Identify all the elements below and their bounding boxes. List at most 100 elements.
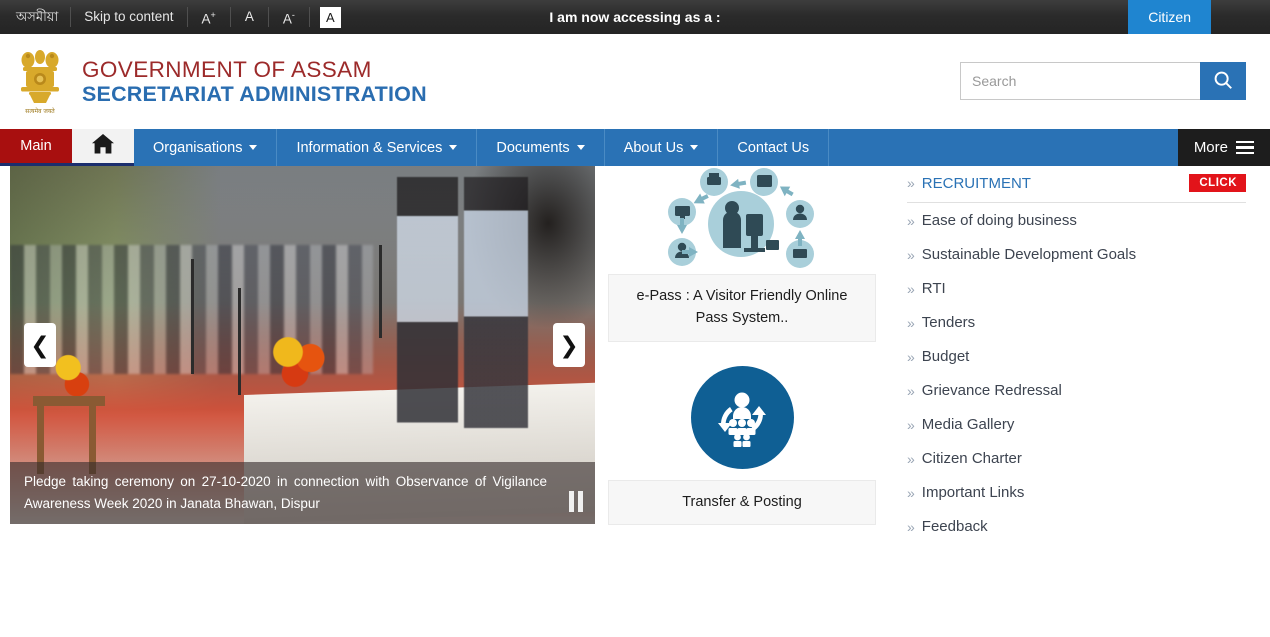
chevron-down-icon xyxy=(690,145,699,150)
nav-label-organisations: Organisations xyxy=(153,139,243,156)
font-normal-button[interactable]: A xyxy=(231,0,268,34)
photo-officials xyxy=(290,176,584,456)
quick-link-label: Budget xyxy=(921,348,970,365)
home-icon xyxy=(91,133,115,159)
double-chevron-icon: » xyxy=(907,212,915,229)
double-chevron-icon: » xyxy=(907,518,915,535)
quick-link-budget[interactable]: » Budget xyxy=(907,340,1246,374)
quick-link-label: Media Gallery xyxy=(921,416,1015,433)
photo-microphone xyxy=(191,259,195,374)
photo-microphone xyxy=(378,244,382,338)
quick-link-ease-of-doing-business[interactable]: » Ease of doing business xyxy=(907,204,1246,238)
carousel-prev-button[interactable]: ❮ xyxy=(24,323,56,367)
site-header: सत्यमेव जयते GOVERNMENT OF ASSAM SECRETA… xyxy=(0,34,1270,129)
carousel-column: ❮ ❯ Pledge taking ceremony on 27-10-2020… xyxy=(0,166,595,634)
quick-link-label: Sustainable Development Goals xyxy=(921,246,1137,263)
quick-links-column: » RECRUITMENT CLICK » Ease of doing busi… xyxy=(895,166,1270,634)
nav-label-information-services: Information & Services xyxy=(296,139,443,156)
double-chevron-icon: » xyxy=(907,175,915,191)
nav-label-about-us: About Us xyxy=(623,139,684,156)
double-chevron-icon: » xyxy=(907,484,915,501)
epass-workflow-icon xyxy=(608,166,876,274)
quick-link-tenders[interactable]: » Tenders xyxy=(907,306,1246,340)
quick-link-label: Important Links xyxy=(921,484,1025,501)
carousel-next-button[interactable]: ❯ xyxy=(553,323,585,367)
site-title-block: GOVERNMENT OF ASSAM SECRETARIAT ADMINIST… xyxy=(82,57,427,106)
nav-item-home[interactable] xyxy=(72,129,134,166)
font-decrease-button[interactable]: A- xyxy=(269,0,309,36)
quick-link-grievance-redressal[interactable]: » Grievance Redressal xyxy=(907,374,1246,408)
double-chevron-icon: » xyxy=(907,416,915,433)
language-toggle-assamese[interactable]: অসমীয়া xyxy=(8,0,70,34)
nav-spacer xyxy=(829,129,1178,166)
font-increase-button[interactable]: A+ xyxy=(188,0,230,36)
accessibility-topbar: অসমীয়া Skip to content A+ A A- A I am n… xyxy=(0,0,1270,34)
page-title-department: SECRETARIAT ADMINISTRATION xyxy=(82,82,427,107)
divider xyxy=(308,7,310,27)
card-transfer-posting-label: Transfer & Posting xyxy=(608,479,876,526)
skip-to-content-link[interactable]: Skip to content xyxy=(71,0,186,34)
hamburger-menu-icon xyxy=(1236,140,1254,155)
font-decrease-sup: - xyxy=(291,9,295,20)
quick-link-label: Ease of doing business xyxy=(921,212,1077,229)
quick-link-label: Tenders xyxy=(921,314,976,331)
nav-label-documents: Documents xyxy=(496,139,570,156)
search-button[interactable] xyxy=(1200,62,1246,100)
nav-item-contact-us[interactable]: Contact Us xyxy=(718,129,830,166)
nav-label-contact-us: Contact Us xyxy=(737,139,810,156)
nav-item-about-us[interactable]: About Us xyxy=(605,129,719,166)
double-chevron-icon: » xyxy=(907,348,915,365)
double-chevron-icon: » xyxy=(907,280,915,297)
quick-link-important-links[interactable]: » Important Links xyxy=(907,476,1246,510)
search-icon xyxy=(1212,69,1234,94)
quick-link-citizen-charter[interactable]: » Citizen Charter xyxy=(907,442,1246,476)
font-decrease-label: A xyxy=(282,11,292,27)
photo-flower-vase xyxy=(267,334,338,395)
main-navigation: Main Organisations Information & Service… xyxy=(0,129,1270,166)
quick-link-sustainable-development-goals[interactable]: » Sustainable Development Goals xyxy=(907,238,1246,272)
font-normal-label: A xyxy=(244,9,254,24)
high-contrast-toggle[interactable]: A xyxy=(319,6,341,28)
state-emblem-icon: सत्यमेव जयते xyxy=(10,43,70,121)
quick-link-media-gallery[interactable]: » Media Gallery xyxy=(907,408,1246,442)
card-epass[interactable]: e-Pass : A Visitor Friendly Online Pass … xyxy=(608,166,876,342)
quick-link-feedback[interactable]: » Feedback xyxy=(907,510,1246,544)
quick-link-label: RTI xyxy=(921,280,946,297)
font-increase-label: A xyxy=(201,11,211,27)
nav-item-documents[interactable]: Documents xyxy=(477,129,605,166)
chevron-down-icon xyxy=(576,145,585,150)
transfer-posting-icon xyxy=(608,356,876,480)
nav-item-organisations[interactable]: Organisations xyxy=(134,129,278,166)
card-epass-label: e-Pass : A Visitor Friendly Online Pass … xyxy=(608,274,876,342)
promo-cards-column: e-Pass : A Visitor Friendly Online Pass … xyxy=(595,166,895,634)
quick-link-rti[interactable]: » RTI xyxy=(907,272,1246,306)
nav-item-information-services[interactable]: Information & Services xyxy=(277,129,478,166)
chevron-down-icon xyxy=(449,145,458,150)
topbar-left-group: অসমীয়া Skip to content A+ A A- A xyxy=(0,0,351,34)
search-form xyxy=(960,62,1246,100)
quick-link-label: Feedback xyxy=(921,518,988,535)
svg-text:सत्यमेव जयते: सत्यमेव जयते xyxy=(25,107,55,115)
double-chevron-icon: » xyxy=(907,382,915,399)
image-carousel[interactable]: ❮ ❯ Pledge taking ceremony on 27-10-2020… xyxy=(10,166,595,524)
nav-item-main[interactable]: Main xyxy=(0,129,72,166)
double-chevron-icon: » xyxy=(907,314,915,331)
quick-link-label: Citizen Charter xyxy=(921,450,1022,467)
carousel-pause-button[interactable] xyxy=(569,491,583,512)
nav-more-button[interactable]: More xyxy=(1177,129,1270,166)
font-increase-sup: + xyxy=(210,9,216,20)
role-selector-citizen[interactable]: Citizen xyxy=(1128,0,1211,34)
quick-link-recruitment[interactable]: » RECRUITMENT CLICK xyxy=(907,166,1246,203)
quick-link-label: RECRUITMENT xyxy=(921,174,1031,192)
search-input[interactable] xyxy=(960,62,1200,100)
double-chevron-icon: » xyxy=(907,246,915,263)
page-title-government: GOVERNMENT OF ASSAM xyxy=(82,56,372,82)
nav-more-label: More xyxy=(1193,139,1228,156)
click-badge[interactable]: CLICK xyxy=(1189,174,1246,192)
main-content: ❮ ❯ Pledge taking ceremony on 27-10-2020… xyxy=(0,166,1270,634)
quick-link-label: Grievance Redressal xyxy=(921,382,1062,399)
topbar-right-group: Citizen xyxy=(1128,0,1270,34)
chevron-down-icon xyxy=(249,145,258,150)
card-transfer-posting[interactable]: Transfer & Posting xyxy=(608,356,876,526)
carousel-caption: Pledge taking ceremony on 27-10-2020 in … xyxy=(10,462,595,524)
